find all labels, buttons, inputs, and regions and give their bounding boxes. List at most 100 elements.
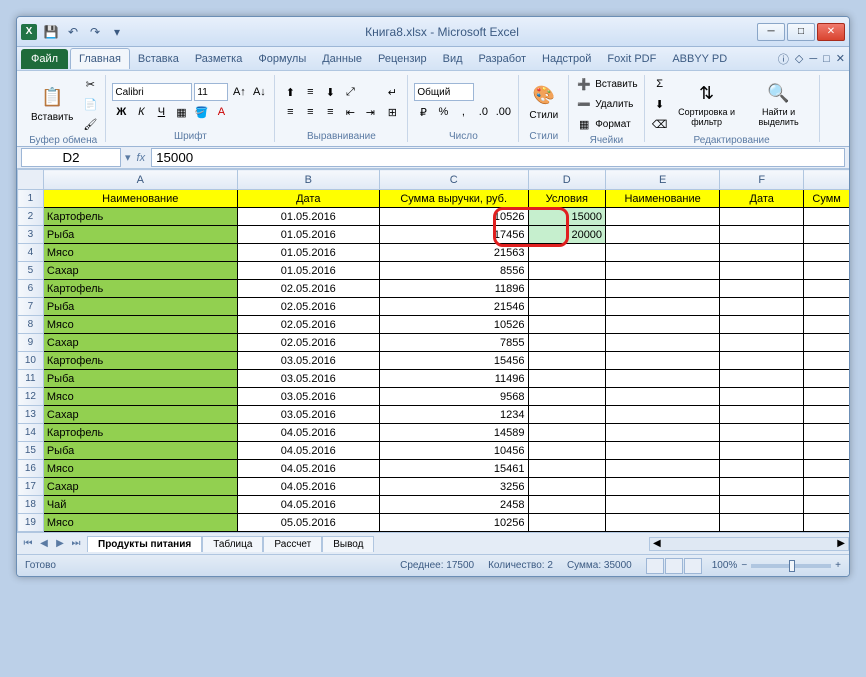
ribbon-tab-4[interactable]: Данные [314, 49, 370, 69]
cell-A2[interactable]: Картофель [43, 208, 237, 226]
cell-G10[interactable] [804, 352, 849, 370]
qat-dropdown[interactable]: ▾ [107, 22, 127, 42]
cell-D2[interactable]: 15000 [528, 208, 606, 226]
col-header-D[interactable]: D [528, 170, 606, 190]
cell-B15[interactable]: 04.05.2016 [237, 442, 379, 460]
cell-B11[interactable]: 03.05.2016 [237, 370, 379, 388]
cell-G16[interactable] [804, 460, 849, 478]
cell-G15[interactable] [804, 442, 849, 460]
cell-B6[interactable]: 02.05.2016 [237, 280, 379, 298]
cell-C5[interactable]: 8556 [379, 262, 528, 280]
sheet-nav-prev[interactable]: ◀ [37, 538, 51, 549]
row-header-8[interactable]: 8 [18, 316, 44, 334]
cell-G4[interactable] [804, 244, 849, 262]
cell-D7[interactable] [528, 298, 606, 316]
cell-E3[interactable] [606, 226, 720, 244]
ribbon-tab-3[interactable]: Формулы [250, 49, 314, 69]
cell-F18[interactable] [720, 496, 804, 514]
cell-B7[interactable]: 02.05.2016 [237, 298, 379, 316]
merge-button[interactable]: ⊞ [383, 103, 401, 121]
bold-button[interactable]: Ж [112, 103, 130, 121]
row-header-19[interactable]: 19 [18, 514, 44, 532]
delete-cells-button[interactable]: ➖ [575, 95, 593, 113]
cell-C6[interactable]: 11896 [379, 280, 528, 298]
cell-D15[interactable] [528, 442, 606, 460]
zoom-slider[interactable] [751, 564, 831, 568]
zoom-level[interactable]: 100% [712, 560, 738, 571]
doc-close-icon[interactable]: ✕ [836, 52, 845, 65]
cell-G19[interactable] [804, 514, 849, 532]
col-header-E[interactable]: E [606, 170, 720, 190]
font-color-button[interactable]: A [212, 103, 230, 121]
cell-G14[interactable] [804, 424, 849, 442]
cell-F9[interactable] [720, 334, 804, 352]
ribbon-tab-6[interactable]: Вид [435, 49, 471, 69]
cell-E12[interactable] [606, 388, 720, 406]
cell-G11[interactable] [804, 370, 849, 388]
cell-F8[interactable] [720, 316, 804, 334]
cell-D6[interactable] [528, 280, 606, 298]
cell-A4[interactable]: Мясо [43, 244, 237, 262]
spreadsheet-grid[interactable]: A B C D E F 1 Наименование Дата Сумма вы… [17, 169, 849, 532]
cell-G5[interactable] [804, 262, 849, 280]
sort-filter-button[interactable]: ⇅ Сортировка и фильтр [673, 79, 741, 129]
cell-C18[interactable]: 2458 [379, 496, 528, 514]
cell-F5[interactable] [720, 262, 804, 280]
cell-E9[interactable] [606, 334, 720, 352]
align-middle-button[interactable]: ≡ [301, 83, 319, 101]
cell-D8[interactable] [528, 316, 606, 334]
cell-F7[interactable] [720, 298, 804, 316]
sheet-nav-next[interactable]: ▶ [53, 538, 67, 549]
cell-E16[interactable] [606, 460, 720, 478]
cell-D18[interactable] [528, 496, 606, 514]
cell-G3[interactable] [804, 226, 849, 244]
autosum-button[interactable]: Σ [651, 75, 669, 93]
cell-A13[interactable]: Сахар [43, 406, 237, 424]
ribbon-help-icon[interactable]: ⓘ [778, 51, 789, 67]
cell-C8[interactable]: 10526 [379, 316, 528, 334]
row-header-10[interactable]: 10 [18, 352, 44, 370]
row-header-14[interactable]: 14 [18, 424, 44, 442]
cell-D10[interactable] [528, 352, 606, 370]
cell-A17[interactable]: Сахар [43, 478, 237, 496]
cell-F15[interactable] [720, 442, 804, 460]
cell-E6[interactable] [606, 280, 720, 298]
cell-E10[interactable] [606, 352, 720, 370]
cell-D1[interactable]: Условия [528, 190, 606, 208]
row-header-2[interactable]: 2 [18, 208, 44, 226]
cell-A9[interactable]: Сахар [43, 334, 237, 352]
cell-G17[interactable] [804, 478, 849, 496]
cell-E14[interactable] [606, 424, 720, 442]
cell-F14[interactable] [720, 424, 804, 442]
normal-view-button[interactable] [646, 558, 664, 574]
cell-B9[interactable]: 02.05.2016 [237, 334, 379, 352]
cut-button[interactable]: ✂ [81, 75, 99, 93]
cell-E4[interactable] [606, 244, 720, 262]
cell-E13[interactable] [606, 406, 720, 424]
row-header-9[interactable]: 9 [18, 334, 44, 352]
row-header-1[interactable]: 1 [18, 190, 44, 208]
sheet-nav-first[interactable]: ⏮ [21, 538, 35, 549]
close-button[interactable]: ✕ [817, 23, 845, 41]
row-header-17[interactable]: 17 [18, 478, 44, 496]
cell-B1[interactable]: Дата [237, 190, 379, 208]
cell-E19[interactable] [606, 514, 720, 532]
cell-A7[interactable]: Рыба [43, 298, 237, 316]
fill-color-button[interactable]: 🪣 [192, 103, 210, 121]
cell-E1[interactable]: Наименование [606, 190, 720, 208]
cell-A11[interactable]: Рыба [43, 370, 237, 388]
cell-A14[interactable]: Картофель [43, 424, 237, 442]
cell-G1[interactable]: Сумм [804, 190, 849, 208]
col-header-B[interactable]: B [237, 170, 379, 190]
cell-F6[interactable] [720, 280, 804, 298]
number-format-select[interactable] [414, 83, 474, 101]
clear-button[interactable]: ⌫ [651, 115, 669, 133]
col-header-G[interactable] [804, 170, 849, 190]
cell-D5[interactable] [528, 262, 606, 280]
cell-F4[interactable] [720, 244, 804, 262]
cell-G7[interactable] [804, 298, 849, 316]
cell-D19[interactable] [528, 514, 606, 532]
undo-button[interactable]: ↶ [63, 22, 83, 42]
cell-D14[interactable] [528, 424, 606, 442]
ribbon-tab-0[interactable]: Главная [70, 48, 130, 69]
